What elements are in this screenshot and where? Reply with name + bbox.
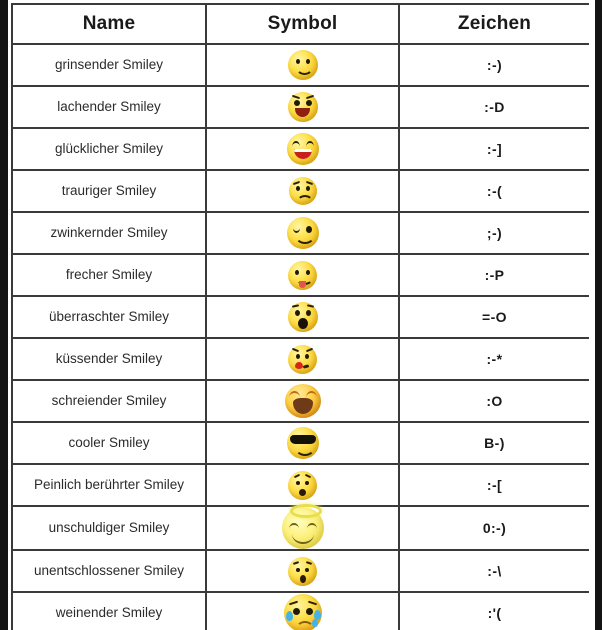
row-name: Peinlich berührter Smiley — [11, 463, 207, 507]
row-name: küssender Smiley — [11, 337, 207, 381]
row-name: unentschlossener Smiley — [11, 549, 207, 593]
row-sign: B-) — [398, 421, 589, 465]
cheeky-tongue-smiley-icon — [288, 260, 317, 290]
row-sign: :-[ — [398, 463, 589, 507]
row-name: überraschter Smiley — [11, 295, 207, 339]
row-name: zwinkernder Smiley — [11, 211, 207, 255]
row-name: glücklicher Smiley — [11, 127, 207, 171]
row-sign: :'( — [398, 591, 589, 630]
row-sign: 0:-) — [398, 505, 589, 551]
row-symbol — [205, 504, 400, 551]
row-name: unschuldiger Smiley — [11, 505, 207, 551]
row-symbol — [205, 43, 400, 87]
row-sign: :-D — [398, 85, 589, 129]
row-symbol — [205, 379, 400, 423]
row-sign: =-O — [398, 295, 589, 339]
table-row: zwinkernder Smiley ;-) — [11, 211, 589, 255]
row-name: trauriger Smiley — [11, 169, 207, 213]
table-row: unschuldiger Smiley 0:-) — [11, 504, 589, 551]
sad-smiley-icon — [288, 177, 317, 205]
column-header-sign: Zeichen — [398, 3, 589, 45]
row-symbol — [205, 337, 400, 381]
row-symbol — [205, 127, 400, 171]
crying-smiley-icon — [283, 594, 322, 630]
table-row: cooler Smiley B-) — [11, 421, 589, 465]
row-name: lachender Smiley — [11, 85, 207, 129]
table-row: glücklicher Smiley :-] — [11, 127, 589, 171]
undecided-smiley-icon — [288, 556, 317, 586]
embarrassed-smiley-icon — [288, 470, 317, 500]
screaming-smiley-icon — [284, 384, 321, 418]
row-name: grinsender Smiley — [11, 43, 207, 87]
table-row: überraschter Smiley =-O — [11, 295, 589, 339]
table-row: lachender Smiley :-D — [11, 85, 589, 129]
row-name: weinender Smiley — [11, 591, 207, 630]
table-body: grinsender Smiley :-) lachender Smiley:… — [11, 43, 589, 630]
table-header: Name Symbol Zeichen — [11, 3, 589, 45]
cool-sunglasses-smiley-icon — [286, 427, 319, 459]
left-edge-bar — [0, 0, 8, 630]
winking-smiley-icon — [286, 217, 319, 249]
row-symbol — [205, 549, 400, 593]
row-symbol — [205, 591, 400, 630]
table-row: küssender Smiley:-* — [11, 337, 589, 381]
row-symbol — [205, 463, 400, 507]
row-sign: :-* — [398, 337, 589, 381]
column-header-name: Name — [11, 3, 207, 45]
table-row: frecher Smiley :-P — [11, 253, 589, 297]
column-header-symbol: Symbol — [205, 3, 400, 45]
table-row: schreiender Smiley :O — [11, 379, 589, 423]
row-symbol — [205, 169, 400, 213]
table-row: grinsender Smiley :-) — [11, 43, 589, 87]
row-symbol — [205, 295, 400, 339]
row-sign: :-\ — [398, 549, 589, 593]
table-row: Peinlich berührter Smiley :-[ — [11, 463, 589, 507]
surprised-smiley-icon — [287, 302, 318, 332]
row-symbol — [205, 211, 400, 255]
row-sign: :-) — [398, 43, 589, 87]
row-name: cooler Smiley — [11, 421, 207, 465]
smiley-table-container: Name Symbol Zeichen grinsender Smiley:-… — [11, 3, 589, 630]
table-row: unentschlossener Smiley :-\ — [11, 549, 589, 593]
row-sign: ;-) — [398, 211, 589, 255]
right-edge-bar — [595, 0, 602, 630]
kissing-smiley-icon — [288, 344, 317, 374]
row-symbol — [205, 421, 400, 465]
row-name: schreiender Smiley — [11, 379, 207, 423]
table-row: weinender Smiley:'( — [11, 591, 589, 630]
row-sign: :-P — [398, 253, 589, 297]
happy-smiley-icon — [286, 133, 319, 165]
table-row: trauriger Smiley :-( — [11, 169, 589, 213]
grinning-smiley-icon — [287, 50, 318, 80]
row-symbol — [205, 85, 400, 129]
smiley-reference-table: Name Symbol Zeichen grinsender Smiley:-… — [11, 3, 589, 630]
row-sign: :O — [398, 379, 589, 423]
table-header-row: Name Symbol Zeichen — [11, 3, 589, 45]
laughing-smiley-icon — [287, 92, 318, 122]
row-name: frecher Smiley — [11, 253, 207, 297]
row-sign: :-( — [398, 169, 589, 213]
row-sign: :-] — [398, 127, 589, 171]
innocent-halo-smiley-icon — [281, 504, 324, 549]
row-symbol — [205, 253, 400, 297]
screenshot-root: Name Symbol Zeichen grinsender Smiley:-… — [0, 0, 602, 630]
